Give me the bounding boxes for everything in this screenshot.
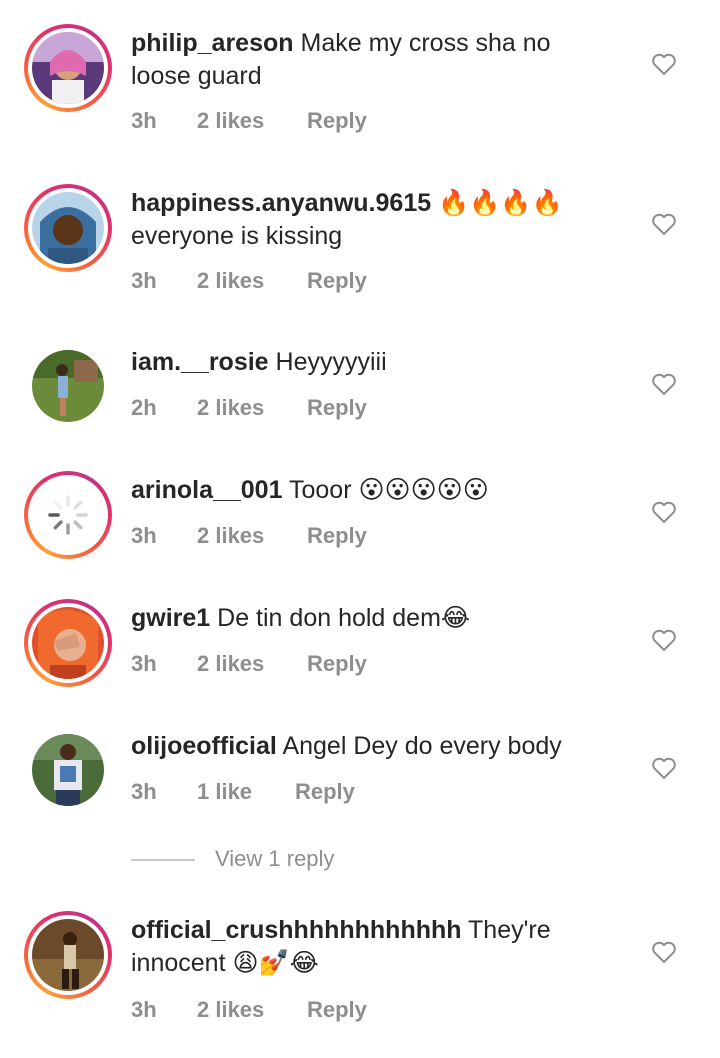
heart-icon[interactable] <box>651 212 677 236</box>
comment-time: 3h <box>131 268 157 293</box>
heart-icon[interactable] <box>651 52 677 76</box>
comment-text: gwire1 De tin don hold dem😂 <box>131 602 611 635</box>
reply-button[interactable]: Reply <box>307 108 367 134</box>
comment-username[interactable]: gwire1 <box>131 604 210 632</box>
comment-time: 3h <box>131 108 157 133</box>
comment-username[interactable]: official_crushhhhhhhhhhhh <box>131 916 462 944</box>
comment-time: 3h <box>131 651 157 676</box>
avatar[interactable] <box>24 471 112 559</box>
comment-likes[interactable]: 2 likes <box>197 108 264 134</box>
avatar[interactable] <box>32 734 104 806</box>
comment-text: arinola__001 Tooor 😮😮😮😮😮 <box>131 474 611 507</box>
comment-likes[interactable]: 2 likes <box>197 268 264 294</box>
heart-icon[interactable] <box>651 500 677 524</box>
heart-icon[interactable] <box>651 372 677 396</box>
reply-button[interactable]: Reply <box>307 997 367 1023</box>
reply-button[interactable]: Reply <box>307 268 367 294</box>
comment-likes[interactable]: 2 likes <box>197 395 264 421</box>
comment-body: Heyyyyyiii <box>275 348 387 376</box>
comment-body: De tin don hold dem😂 <box>217 604 471 632</box>
heart-icon[interactable] <box>651 756 677 780</box>
avatar-image <box>32 919 104 991</box>
comment-likes[interactable]: 2 likes <box>197 651 264 677</box>
comment-body: Angel Dey do every body <box>282 732 562 760</box>
comment-username[interactable]: arinola__001 <box>131 476 283 504</box>
avatar-image <box>32 734 104 806</box>
comment-time: 3h <box>131 997 157 1022</box>
comment-text: philip_areson Make my cross sha no loose… <box>131 27 611 93</box>
avatar-image <box>32 350 104 422</box>
avatar[interactable] <box>24 599 112 687</box>
comment-body: Tooor 😮😮😮😮😮 <box>289 476 489 504</box>
comment-time: 3h <box>131 523 157 548</box>
reply-button[interactable]: Reply <box>307 395 367 421</box>
view-replies-button[interactable]: View 1 reply <box>131 846 431 876</box>
avatar[interactable] <box>24 24 112 112</box>
avatar[interactable] <box>32 350 104 422</box>
heart-icon[interactable] <box>651 628 677 652</box>
loading-spinner-icon <box>32 479 104 551</box>
reply-button[interactable]: Reply <box>307 651 367 677</box>
view-replies-label[interactable]: View 1 reply <box>215 846 334 872</box>
avatar[interactable] <box>24 911 112 999</box>
comment-username[interactable]: olijoeofficial <box>131 732 277 760</box>
comment-time: 2h <box>131 395 157 420</box>
heart-icon[interactable] <box>651 940 677 964</box>
comment-likes[interactable]: 2 likes <box>197 997 264 1023</box>
comment-text: iam.__rosie Heyyyyyiii <box>131 346 611 379</box>
avatar-image <box>32 32 104 104</box>
comment-username[interactable]: philip_areson <box>131 29 294 57</box>
comment-text: official_crushhhhhhhhhhhh They're innoce… <box>131 914 611 980</box>
avatar-image <box>32 192 104 264</box>
reply-button[interactable]: Reply <box>307 523 367 549</box>
divider-line <box>131 859 195 861</box>
reply-button[interactable]: Reply <box>295 779 355 805</box>
comment-text: olijoeofficial Angel Dey do every body <box>131 730 611 763</box>
avatar[interactable] <box>24 184 112 272</box>
comment-username[interactable]: iam.__rosie <box>131 348 269 376</box>
comment-username[interactable]: happiness.anyanwu.9615 <box>131 189 431 217</box>
comment-time: 3h <box>131 779 157 804</box>
comment-likes[interactable]: 2 likes <box>197 523 264 549</box>
comment-likes[interactable]: 1 like <box>197 779 252 805</box>
avatar-image <box>32 607 104 679</box>
comment-text: happiness.anyanwu.9615 🔥🔥🔥🔥 everyone is … <box>131 187 611 253</box>
